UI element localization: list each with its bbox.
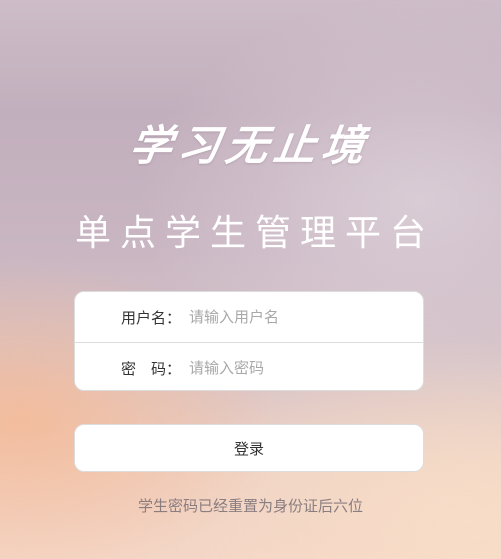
username-row: 用户名：: [75, 292, 423, 342]
login-page: 学习无止境 单点学生管理平台 用户名： 密 码： 登录 学生密码已经重置为身份证…: [0, 0, 501, 559]
page-title: 单点学生管理平台: [74, 213, 435, 254]
login-form: 用户名： 密 码：: [74, 291, 424, 391]
password-reset-hint: 学生密码已经重置为身份证后六位: [137, 497, 363, 515]
slogan-calligraphy: 学习无止境: [126, 121, 374, 170]
username-label: 用户名：: [120, 308, 181, 327]
password-label: 密 码：: [120, 359, 181, 378]
username-input[interactable]: [189, 302, 423, 332]
login-button[interactable]: 登录: [74, 424, 424, 472]
password-row: 密 码：: [75, 342, 423, 390]
password-input[interactable]: [189, 353, 423, 383]
